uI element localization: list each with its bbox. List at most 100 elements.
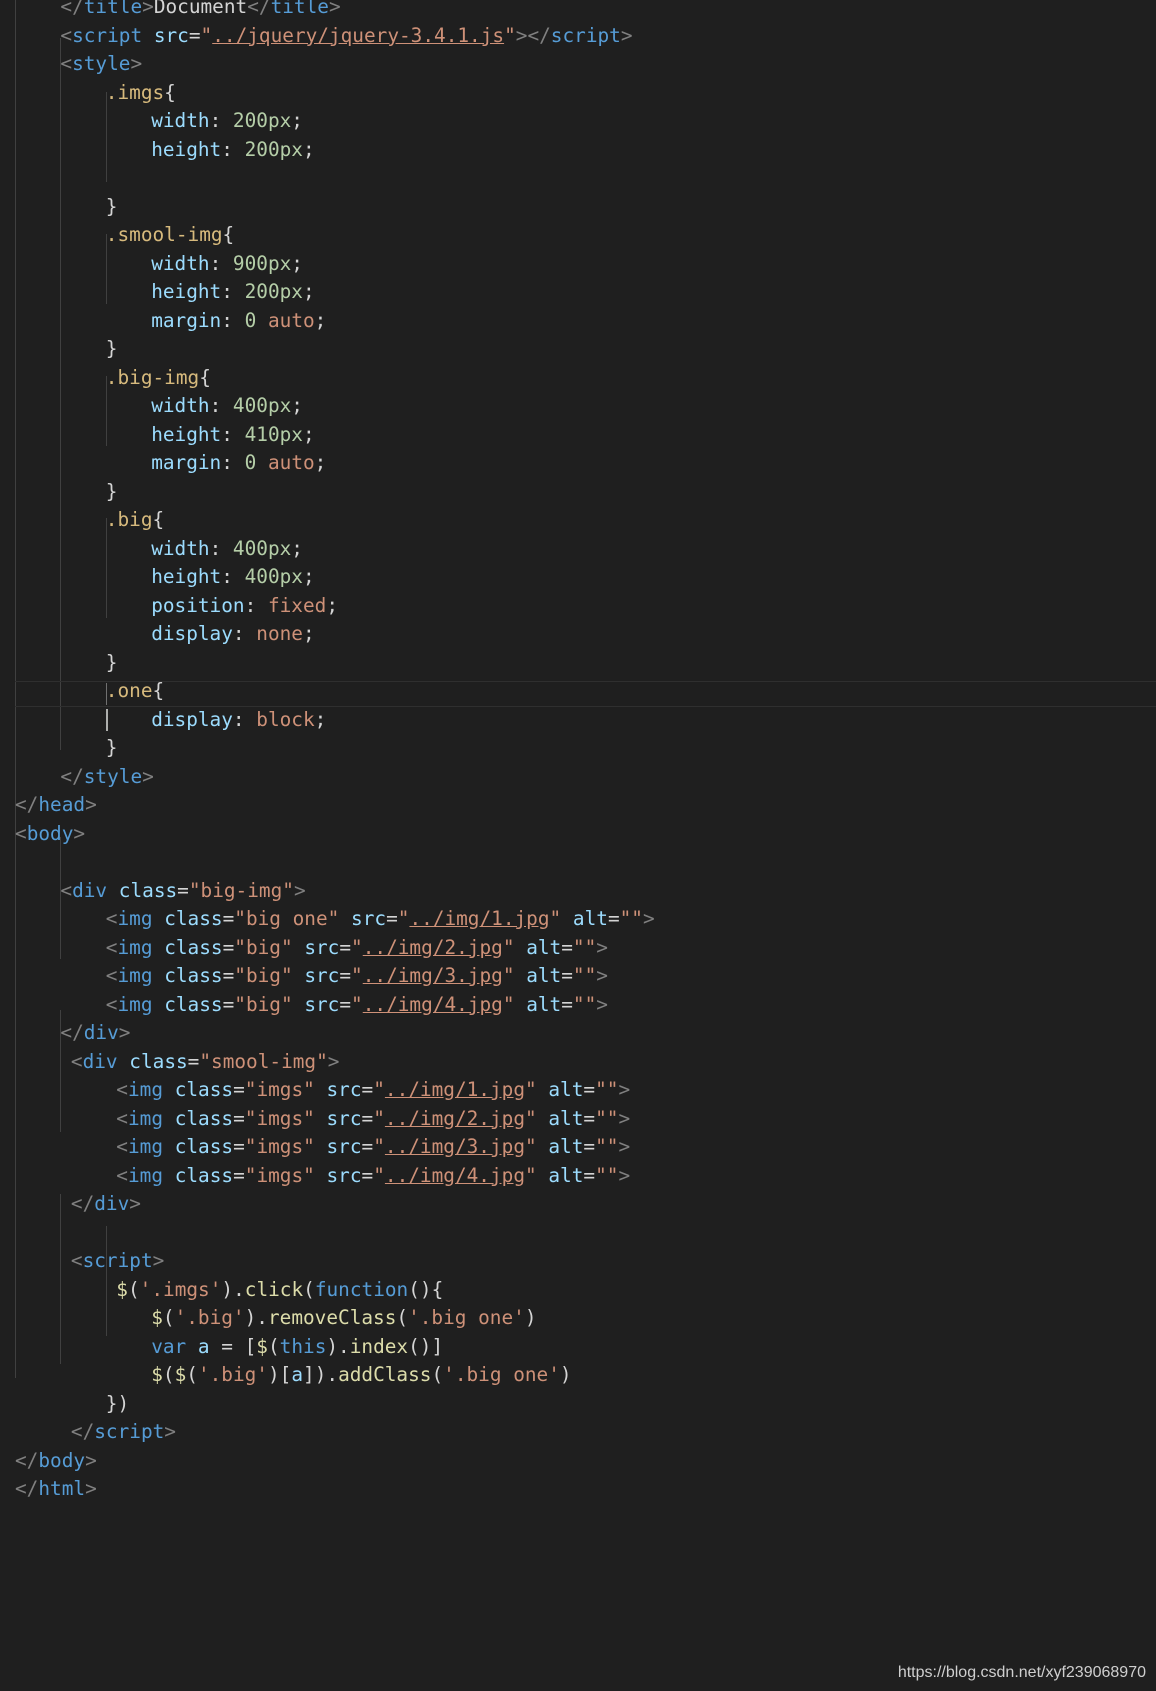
code-line[interactable]: .smool-img{	[106, 221, 234, 250]
code-token-attr: display	[151, 707, 233, 731]
code-line[interactable]: </div>	[60, 1019, 130, 1048]
code-line[interactable]: <img class="imgs" src="../img/2.jpg" alt…	[116, 1105, 630, 1134]
code-token-number: 900px	[232, 251, 292, 275]
code-token-text: :	[232, 622, 257, 645]
code-line[interactable]: }	[106, 193, 118, 222]
code-line[interactable]: </div>	[71, 1190, 141, 1219]
code-link[interactable]: ../img/1.jpg	[409, 907, 549, 930]
code-token-text: =	[583, 1106, 596, 1130]
code-line[interactable]: width: 400px;	[151, 535, 303, 564]
code-token-text: =	[233, 1163, 245, 1187]
code-token-tag: div	[83, 1021, 119, 1044]
code-line[interactable]: width: 900px;	[151, 250, 303, 279]
code-token-string: ""	[595, 1135, 619, 1158]
code-line[interactable]: <img class="big" src="../img/3.jpg" alt=…	[106, 962, 608, 991]
code-line[interactable]: <div class="big-img">	[60, 877, 305, 906]
code-token-punct: <	[60, 52, 73, 75]
code-token-text: ).	[221, 1277, 245, 1301]
code-line[interactable]: <style>	[60, 50, 142, 79]
code-token-attr: display	[151, 622, 233, 645]
code-line[interactable]: </style>	[60, 763, 153, 792]
code-link[interactable]: ../img/2.jpg	[363, 936, 503, 959]
code-line[interactable]: </html>	[15, 1475, 97, 1504]
code-token-string: ""	[595, 1106, 619, 1130]
code-token-attr: alt	[526, 964, 562, 987]
code-link[interactable]: ../img/3.jpg	[363, 964, 503, 987]
code-line[interactable]: <script>	[71, 1247, 164, 1276]
code-line[interactable]: width: 200px;	[151, 107, 303, 136]
code-link[interactable]: ../img/4.jpg	[363, 993, 503, 1016]
code-line[interactable]: </body>	[15, 1447, 97, 1476]
code-line[interactable]: <img class="imgs" src="../img/1.jpg" alt…	[116, 1076, 630, 1105]
code-line[interactable]: height: 200px;	[151, 278, 314, 307]
code-line[interactable]: })	[106, 1390, 129, 1419]
code-line[interactable]: margin: 0 auto;	[151, 307, 326, 336]
code-token-attr: class	[118, 878, 178, 902]
code-line[interactable]: margin: 0 auto;	[151, 449, 326, 478]
code-line-current[interactable]: display: block;	[151, 706, 326, 735]
code-line[interactable]: }	[106, 649, 118, 678]
code-line[interactable]: </title>Document</title>	[60, 0, 340, 22]
code-token-text: ;	[302, 565, 315, 588]
indent-guide	[106, 1226, 107, 1336]
code-line[interactable]: <img class="imgs" src="../img/3.jpg" alt…	[116, 1133, 630, 1162]
code-token-number: 400px	[232, 394, 292, 417]
code-line[interactable]: <body>	[15, 820, 85, 849]
code-token-text: =	[222, 992, 235, 1016]
code-line[interactable]: var a = [$(this).index()]	[151, 1333, 443, 1362]
code-token-string: "	[373, 1106, 385, 1130]
code-link[interactable]: ../img/4.jpg	[385, 1164, 525, 1187]
code-line[interactable]: .imgs{	[106, 79, 176, 108]
code-line[interactable]: <img class="imgs" src="../img/4.jpg" alt…	[116, 1162, 630, 1191]
code-line[interactable]: position: fixed;	[151, 592, 338, 621]
code-line[interactable]: }	[106, 734, 118, 763]
code-line[interactable]: <img class="big one" src="../img/1.jpg" …	[106, 905, 655, 934]
code-token-tag: div	[82, 1049, 118, 1073]
code-token-string: fixed	[267, 593, 327, 617]
code-line[interactable]: $('.imgs').click(function(){	[116, 1276, 443, 1305]
code-line[interactable]: <script src="../jquery/jquery-3.4.1.js">…	[60, 22, 632, 51]
code-line[interactable]: <img class="big" src="../img/2.jpg" alt=…	[106, 934, 608, 963]
code-token-text: =	[233, 1135, 245, 1158]
code-token-text: = [	[209, 1334, 257, 1358]
code-token-string: ""	[572, 964, 597, 987]
code-link[interactable]: ../img/2.jpg	[385, 1107, 525, 1130]
code-token-selector: .big-img	[105, 365, 200, 389]
code-editor[interactable]: </title>Document</title> <script src="../…	[0, 0, 1156, 1691]
code-token-selector: .one	[105, 679, 153, 702]
code-line[interactable]: height: 400px;	[151, 563, 314, 592]
code-token-text: {	[164, 80, 176, 104]
code-line[interactable]: display: none;	[151, 620, 314, 649]
code-line[interactable]: .one{	[106, 677, 164, 706]
code-token-punct: </	[15, 1477, 39, 1500]
code-link[interactable]: ../img/1.jpg	[385, 1078, 525, 1101]
code-token-text: =	[222, 935, 235, 959]
code-line[interactable]: height: 410px;	[151, 421, 314, 450]
code-line[interactable]: }	[106, 478, 118, 507]
code-link[interactable]: ../jquery/jquery-3.4.1.js	[212, 24, 504, 47]
code-line[interactable]: </script>	[71, 1418, 176, 1447]
code-line[interactable]: .big{	[106, 506, 164, 535]
code-line[interactable]: }	[106, 335, 118, 364]
code-token-string: "	[351, 964, 363, 987]
code-token-string: "imgs"	[244, 1106, 315, 1130]
code-token-text: (	[303, 1277, 315, 1301]
code-line[interactable]: $('.big').removeClass('.big one')	[151, 1304, 536, 1333]
code-link[interactable]: ../img/3.jpg	[385, 1135, 525, 1158]
code-line[interactable]: <img class="big" src="../img/4.jpg" alt=…	[106, 991, 608, 1020]
code-line[interactable]: $($('.big')[a]).addClass('.big one')	[151, 1361, 571, 1390]
code-token-punct: >	[142, 0, 154, 18]
code-line[interactable]: .big-img{	[106, 364, 211, 393]
code-token-number: 200px	[244, 137, 303, 161]
code-line[interactable]: <div class="smool-img">	[71, 1048, 340, 1077]
code-line[interactable]: width: 400px;	[151, 392, 303, 421]
code-line[interactable]: </head>	[15, 791, 97, 820]
code-line[interactable]: height: 200px;	[151, 136, 314, 165]
code-token-string: '.big one'	[443, 1363, 560, 1386]
